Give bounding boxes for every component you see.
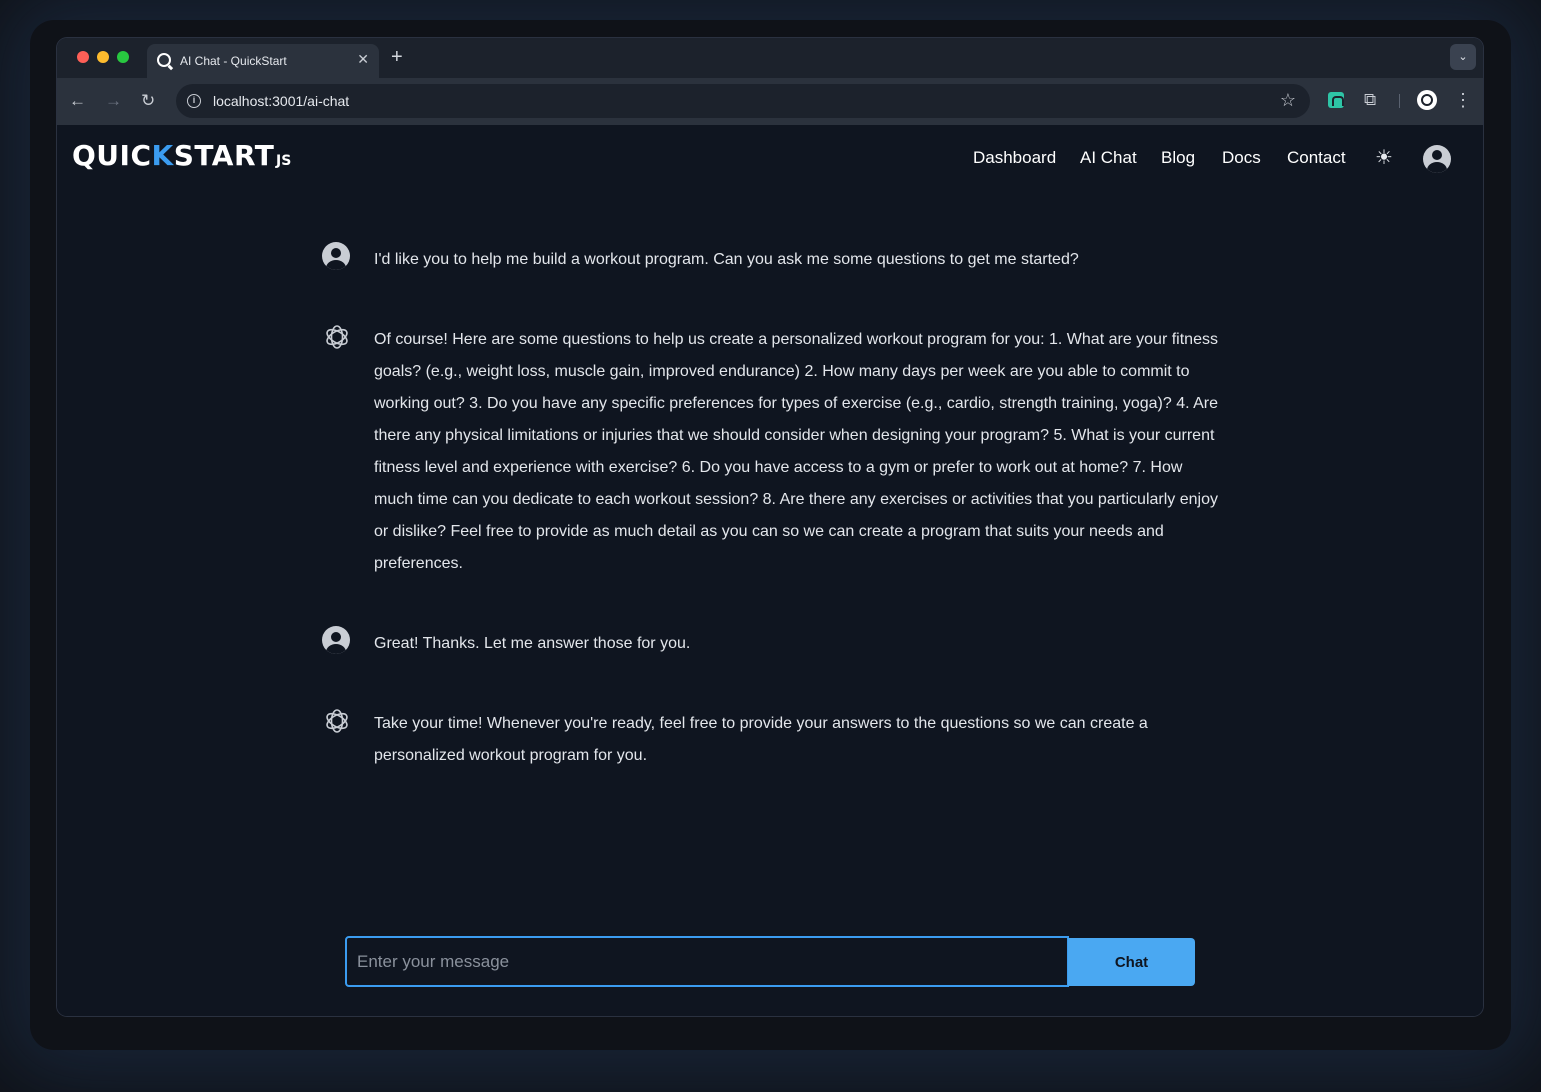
bookmark-star-icon[interactable]: ☆ bbox=[1280, 90, 1296, 111]
user-avatar-icon bbox=[322, 242, 350, 270]
tab-title: AI Chat - QuickStart bbox=[180, 54, 287, 68]
message-text: I'd like you to help me build a workout … bbox=[374, 251, 1079, 268]
extensions-puzzle-icon[interactable]: ⧉ bbox=[1364, 90, 1376, 110]
browser-toolbar: ← → ↻ i localhost:3001/ai-chat ☆ ⧉ ⋮ bbox=[57, 78, 1483, 125]
nav-blog[interactable]: Blog bbox=[1161, 148, 1195, 168]
message-text: Of course! Here are some questions to he… bbox=[374, 331, 1218, 572]
nav-dashboard[interactable]: Dashboard bbox=[973, 148, 1056, 168]
site-info-icon[interactable]: i bbox=[187, 94, 201, 108]
theme-toggle-sun-icon[interactable]: ☀ bbox=[1375, 145, 1393, 170]
app-page: QUICKSTART JS Dashboard AI Chat Blog Doc… bbox=[57, 125, 1483, 1016]
quickstart-logo[interactable]: QUICKSTART bbox=[72, 139, 274, 172]
openai-logo-icon bbox=[326, 709, 348, 733]
extension-teal-icon[interactable] bbox=[1328, 92, 1344, 108]
tab-strip: AI Chat - QuickStart ✕ + ⌄ bbox=[57, 38, 1483, 78]
reload-icon[interactable]: ↻ bbox=[141, 90, 155, 112]
address-bar[interactable]: i localhost:3001/ai-chat ☆ bbox=[176, 84, 1310, 118]
chat-submit-button[interactable]: Chat bbox=[1068, 938, 1195, 986]
message-input[interactable] bbox=[345, 936, 1069, 987]
forward-arrow-icon[interactable]: → bbox=[105, 90, 122, 112]
nav-contact[interactable]: Contact bbox=[1287, 148, 1346, 168]
tab-close-icon[interactable]: ✕ bbox=[357, 51, 369, 68]
browser-window: AI Chat - QuickStart ✕ + ⌄ ← → ↻ i local… bbox=[57, 38, 1483, 1016]
maximize-window-button[interactable] bbox=[117, 51, 129, 63]
minimize-window-button[interactable] bbox=[97, 51, 109, 63]
tab-search-chevron-down-icon[interactable]: ⌄ bbox=[1450, 44, 1476, 70]
message-text: Take your time! Whenever you're ready, f… bbox=[374, 715, 1148, 764]
back-arrow-icon[interactable]: ← bbox=[69, 90, 86, 112]
logo-js-suffix: JS bbox=[276, 153, 292, 169]
toolbar-divider bbox=[1399, 94, 1400, 108]
quickstart-favicon-icon bbox=[157, 53, 171, 67]
tab-ai-chat[interactable]: AI Chat - QuickStart ✕ bbox=[147, 44, 379, 78]
user-avatar-icon bbox=[322, 626, 350, 654]
user-avatar-icon[interactable] bbox=[1423, 145, 1451, 173]
close-window-button[interactable] bbox=[77, 51, 89, 63]
new-tab-button[interactable]: + bbox=[391, 46, 403, 68]
url-text[interactable]: localhost:3001/ai-chat bbox=[213, 93, 349, 109]
profile-icon[interactable] bbox=[1417, 90, 1437, 110]
browser-menu-kebab-icon[interactable]: ⋮ bbox=[1454, 89, 1472, 111]
openai-logo-icon bbox=[326, 325, 348, 349]
message-text: Great! Thanks. Let me answer those for y… bbox=[374, 635, 691, 652]
nav-ai-chat[interactable]: AI Chat bbox=[1080, 148, 1137, 168]
nav-docs[interactable]: Docs bbox=[1222, 148, 1261, 168]
